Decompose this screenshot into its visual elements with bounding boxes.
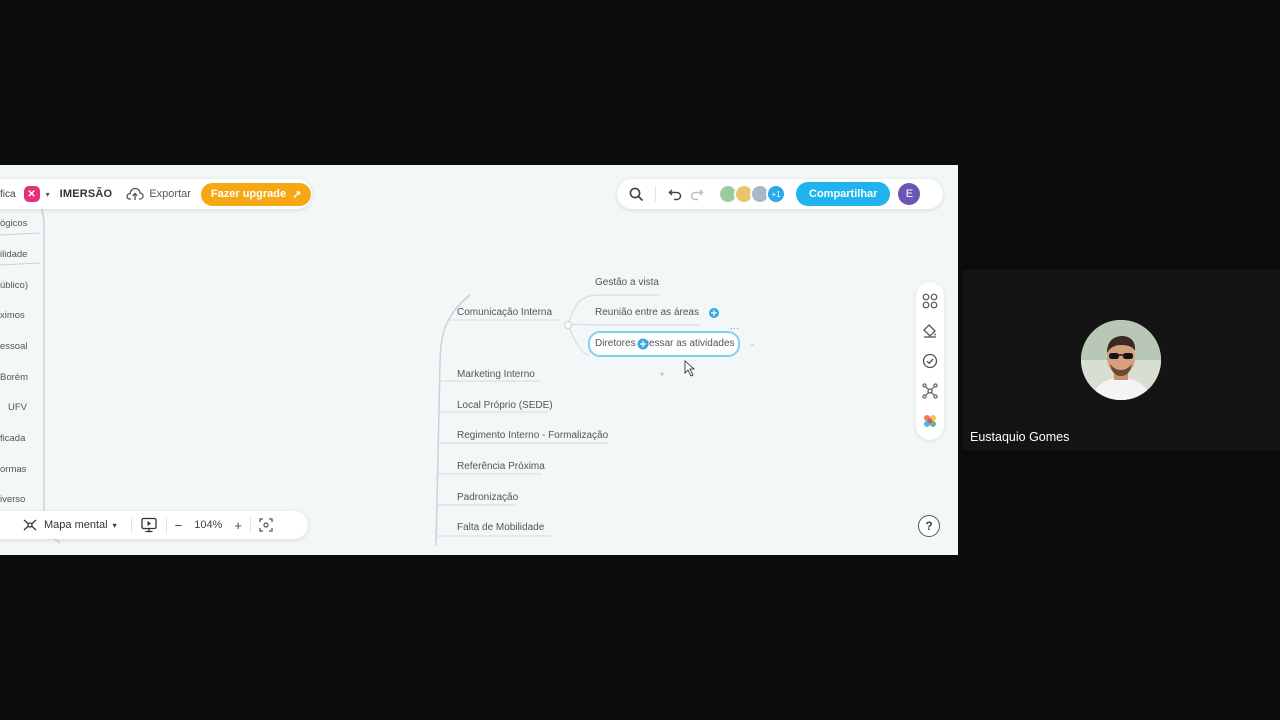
presentation-icon[interactable]: [140, 517, 158, 533]
map-mode-label: Mapa mental: [44, 519, 108, 531]
node-comunicacao-interna[interactable]: Comunicação Interna: [457, 307, 552, 318]
zoom-level[interactable]: 104%: [194, 519, 222, 531]
cloud-upload-icon: [126, 187, 144, 200]
logo-icon[interactable]: ✕: [23, 186, 40, 202]
node-padronizacao[interactable]: Padronização: [457, 492, 518, 503]
node-referencia-proxima[interactable]: Referência Próxima: [457, 461, 545, 472]
participant-photo: [1081, 320, 1161, 400]
participant-video-tile[interactable]: Eustaquio Gomes: [962, 270, 1280, 450]
chevron-down-icon: ▾: [112, 520, 117, 530]
upgrade-button[interactable]: Fazer upgrade ↗: [200, 182, 312, 206]
fit-screen-icon[interactable]: [259, 518, 273, 532]
share-button[interactable]: Compartilhar: [796, 182, 891, 206]
cropped-node[interactable]: ormas: [0, 464, 26, 475]
top-right-toolbar: +1 Compartilhar E: [617, 179, 943, 209]
node-gestao-a-vista[interactable]: Gestão a vista: [595, 277, 659, 288]
bottom-toolbar: Mapa mental ▾ − 104% +: [0, 511, 308, 539]
upgrade-label: Fazer upgrade: [210, 188, 287, 200]
node-local-proprio[interactable]: Local Próprio (SEDE): [457, 400, 553, 411]
cropped-node[interactable]: ficada: [0, 433, 25, 444]
arrow-up-right-icon: ↗: [292, 188, 302, 201]
node-add-handle-icon[interactable]: [637, 338, 649, 350]
shapes-icon[interactable]: [922, 293, 938, 309]
toolbar-divider: [655, 186, 656, 202]
more-collaborators-badge[interactable]: +1: [766, 184, 786, 204]
side-toolbar: [916, 282, 944, 440]
user-avatar[interactable]: E: [898, 183, 921, 205]
node-falta-mobilidade[interactable]: Falta de Mobilidade: [457, 522, 544, 533]
collaborator-avatars[interactable]: +1: [718, 184, 786, 204]
mindmap-icon: [23, 519, 37, 531]
node-diretores-atividades[interactable]: Diretores acessar as atividades: [595, 338, 735, 349]
toolbar-divider: [249, 517, 251, 533]
cropped-node[interactable]: úblico): [0, 280, 28, 291]
check-circle-icon[interactable]: [922, 353, 938, 369]
top-left-toolbar: fica ✕ ▾ IMERSÃO Exportar Fazer upgrade …: [0, 179, 312, 209]
chevron-down-icon[interactable]: ▾: [46, 190, 50, 199]
redo-icon[interactable]: [686, 183, 708, 205]
zoom-out-button[interactable]: −: [175, 518, 183, 533]
participant-name: Eustaquio Gomes: [970, 430, 1070, 444]
toolbar-divider: [165, 517, 167, 533]
export-button[interactable]: Exportar: [126, 187, 191, 201]
project-title[interactable]: IMERSÃO: [60, 188, 113, 200]
node-options-dots[interactable]: ···: [730, 323, 739, 333]
shared-screen: ógicos ilidade úblico) ximos essoal Boré…: [0, 165, 958, 555]
cropped-node[interactable]: ilidade: [0, 249, 27, 260]
cropped-node[interactable]: ximos: [0, 310, 25, 321]
cropped-node[interactable]: UFV: [8, 402, 27, 413]
help-icon[interactable]: ?: [918, 515, 940, 537]
undo-icon[interactable]: [664, 183, 686, 205]
zoom-in-button[interactable]: +: [234, 518, 242, 533]
color-palette-icon[interactable]: [922, 413, 938, 429]
export-label: Exportar: [149, 188, 191, 200]
node-reuniao-areas[interactable]: Reunião entre as áreas: [595, 307, 699, 318]
search-icon[interactable]: [625, 183, 647, 205]
structure-icon[interactable]: [922, 383, 938, 399]
paint-bucket-icon[interactable]: [922, 323, 938, 339]
node-regimento-interno[interactable]: Regimento Interno - Formalização: [457, 430, 608, 441]
meeting-stage: ógicos ilidade úblico) ximos essoal Boré…: [0, 0, 1280, 720]
toolbar-divider: [130, 517, 132, 533]
node-marketing-interno[interactable]: Marketing Interno: [457, 369, 535, 380]
cropped-node[interactable]: essoal: [0, 341, 27, 352]
map-mode-selector[interactable]: Mapa mental ▾: [22, 518, 117, 532]
cropped-node[interactable]: Borém: [0, 372, 28, 383]
cropped-node[interactable]: ógicos: [0, 218, 27, 229]
cropped-node[interactable]: iverso: [0, 494, 25, 505]
cropped-label: fica: [0, 188, 16, 200]
